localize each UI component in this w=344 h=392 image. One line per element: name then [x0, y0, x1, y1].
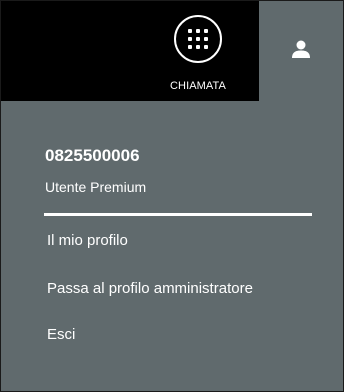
user-icon — [292, 40, 310, 58]
menu-item-switch-admin-profile[interactable]: Passa al profilo amministratore — [47, 280, 253, 297]
user-dropdown-panel: 0825500006 Utente Premium Il mio profilo… — [1, 101, 343, 391]
menu-item-my-profile[interactable]: Il mio profilo — [47, 232, 128, 249]
menu-divider — [44, 213, 312, 216]
top-bar: CHIAMATA — [1, 1, 259, 101]
menu-item-logout[interactable]: Esci — [47, 326, 75, 343]
call-button-label: CHIAMATA — [169, 80, 226, 92]
user-phone-number: 0825500006 — [45, 146, 140, 165]
call-button-circle — [174, 15, 222, 63]
grid-dots-icon — [188, 29, 208, 49]
call-button[interactable]: CHIAMATA — [148, 11, 248, 95]
user-menu-button[interactable] — [259, 1, 343, 101]
user-type-label: Utente Premium — [45, 179, 147, 195]
